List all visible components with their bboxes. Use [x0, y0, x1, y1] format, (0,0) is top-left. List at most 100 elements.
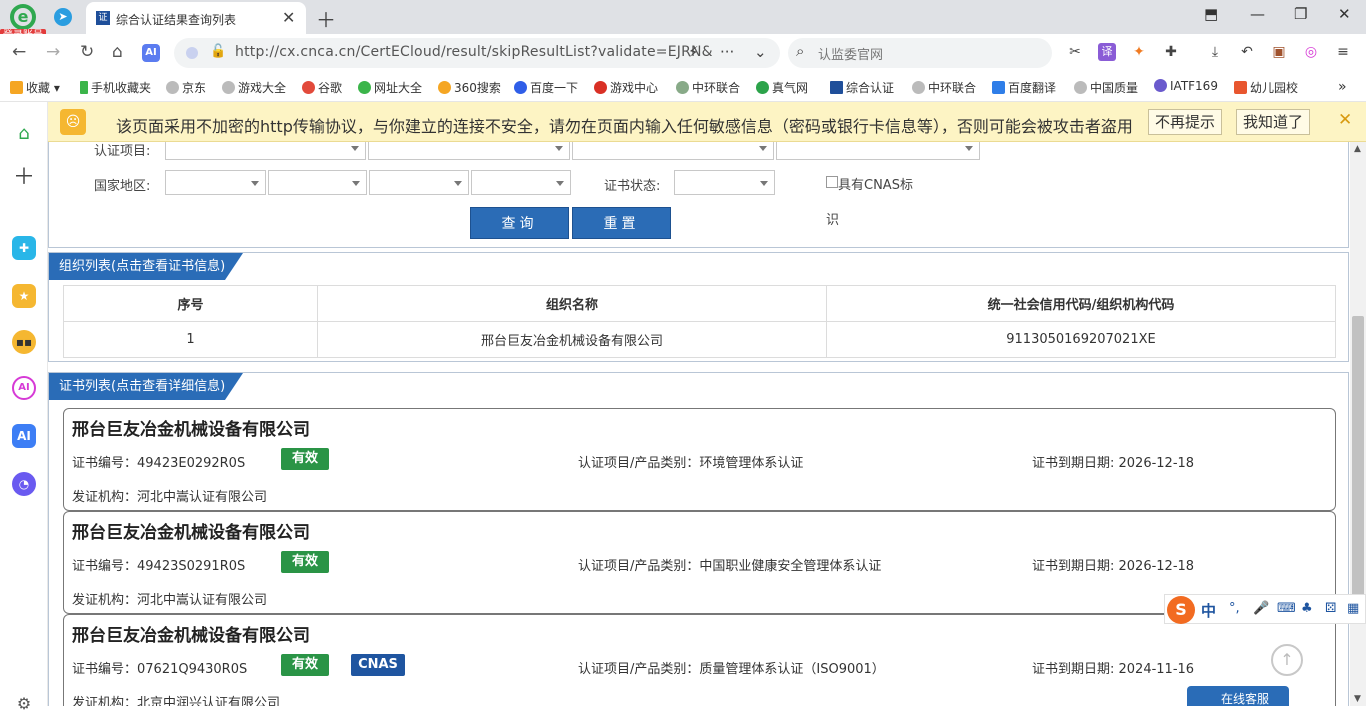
ime-mode-label[interactable]: 中: [1201, 600, 1216, 621]
telegram-icon[interactable]: ➤: [54, 8, 72, 26]
chat-app-icon[interactable]: ◔: [12, 472, 36, 496]
translate-icon[interactable]: 译: [1098, 43, 1116, 61]
cert-card[interactable]: 邢台巨友冶金机械设备有限公司 证书编号：07621Q9430R0S 有效 CNA…: [63, 614, 1336, 706]
bookmark-item[interactable]: 中环联合: [676, 79, 740, 96]
org-code-cell: 9113050169207021XE: [826, 321, 1336, 358]
search-input[interactable]: 认监委官网: [818, 44, 883, 63]
address-bar[interactable]: 🔓 http://cx.cnca.cn/CertECloud/result/sk…: [174, 38, 780, 68]
back-to-top-icon[interactable]: ↑: [1271, 644, 1303, 676]
search-box[interactable]: ⌕ 认监委官网: [788, 38, 1052, 68]
region-select-1[interactable]: [165, 170, 266, 195]
window-close-icon[interactable]: ✕: [1338, 5, 1351, 23]
cert-card[interactable]: 邢台巨友冶金机械设备有限公司 证书编号：49423S0291R0S 有效 认证项…: [63, 511, 1336, 614]
region-select-2[interactable]: [268, 170, 367, 195]
home-sidebar-icon[interactable]: ⌂: [12, 122, 36, 146]
new-tab-icon[interactable]: ＋: [316, 4, 336, 33]
project-select-3[interactable]: [572, 142, 774, 160]
bookmark-item[interactable]: IATF169: [1154, 79, 1218, 93]
reset-button[interactable]: 重置: [572, 207, 671, 239]
ai-square-app-icon[interactable]: AI: [12, 424, 36, 448]
bookmark-label: 中环联合: [692, 81, 741, 95]
settings-icon[interactable]: ⚙: [12, 692, 36, 716]
ai-app-icon[interactable]: AI: [12, 376, 36, 400]
bookmark-item[interactable]: 游戏大全: [222, 79, 286, 96]
punctuation-icon[interactable]: °,: [1229, 601, 1240, 616]
bookmark-item[interactable]: 网址大全: [358, 79, 422, 96]
bookmark-item[interactable]: 中国质量: [1074, 79, 1138, 96]
project-select-4[interactable]: [776, 142, 980, 160]
bookmarks-overflow-icon[interactable]: »: [1338, 79, 1347, 95]
game-icon[interactable]: ✦: [1130, 43, 1148, 61]
dont-remind-button[interactable]: 不再提示: [1148, 109, 1223, 135]
microphone-icon[interactable]: 🎤: [1253, 601, 1269, 616]
skin-icon[interactable]: ♣: [1301, 601, 1313, 616]
scissors-icon[interactable]: ✂: [1066, 43, 1084, 61]
more-dots-icon[interactable]: ···: [720, 43, 734, 61]
cert-card[interactable]: 邢台巨友冶金机械设备有限公司 证书编号：49423E0292R0S 有效 认证项…: [63, 408, 1336, 511]
bookmark-item[interactable]: 综合认证: [830, 79, 894, 96]
got-it-button[interactable]: 我知道了: [1236, 109, 1311, 135]
tab-close-icon[interactable]: ✕: [282, 8, 295, 27]
minimize-icon[interactable]: —: [1250, 5, 1265, 23]
cnas-checkbox[interactable]: [826, 176, 838, 188]
add-sidebar-icon[interactable]: ＋: [12, 166, 36, 190]
restore-icon[interactable]: ❐: [1294, 5, 1307, 23]
project-select-1[interactable]: [165, 142, 366, 160]
plus-app-icon[interactable]: ✚: [12, 236, 36, 260]
table-row[interactable]: 1 邢台巨友冶金机械设备有限公司 9113050169207021XE: [63, 321, 1336, 358]
bookmark-item[interactable]: 京东: [166, 79, 206, 96]
bookmark-item[interactable]: 游戏中心: [594, 79, 658, 96]
home-icon[interactable]: ⌂: [112, 42, 123, 62]
url-text[interactable]: http://cx.cnca.cn/CertECloud/result/skip…: [235, 44, 713, 60]
undo-icon[interactable]: ↶: [1238, 43, 1256, 61]
scroll-down-icon[interactable]: ▼: [1354, 694, 1361, 704]
gamepad-icon[interactable]: ⚄: [1325, 601, 1336, 616]
cert-list-title: 证书列表(点击查看详细信息): [49, 373, 244, 400]
site-info-icon[interactable]: [186, 47, 198, 59]
ai-assistant-icon[interactable]: AI: [142, 44, 160, 62]
col-header-credit-code: 统一社会信用代码/组织机构代码: [826, 285, 1336, 322]
status-select[interactable]: [674, 170, 775, 195]
bookmark-item[interactable]: 百度翻译: [992, 79, 1056, 96]
active-tab[interactable]: 证 综合认证结果查询列表 ✕: [86, 2, 306, 34]
forward-icon[interactable]: →: [46, 42, 60, 62]
query-button[interactable]: 查询: [470, 207, 569, 239]
scroll-up-icon[interactable]: ▲: [1354, 144, 1361, 154]
bookmark-item[interactable]: 真气网: [756, 79, 808, 96]
sogou-icon[interactable]: S: [1167, 596, 1195, 624]
star-app-icon[interactable]: ★: [12, 284, 36, 308]
region-select-3[interactable]: [369, 170, 469, 195]
lightning-icon[interactable]: ⚡: [688, 43, 699, 61]
insecure-lock-icon[interactable]: 🔓: [210, 44, 226, 59]
grid-icon[interactable]: ▦: [1347, 601, 1359, 616]
org-name-cell[interactable]: 邢台巨友冶金机械设备有限公司: [317, 321, 827, 358]
pin-icon[interactable]: ⬒: [1204, 5, 1218, 23]
menu-icon[interactable]: ≡: [1334, 43, 1352, 61]
bookmark-item[interactable]: 中环联合: [912, 79, 976, 96]
wallet-icon[interactable]: ▣: [1270, 43, 1288, 61]
browser-e-icon: e: [10, 4, 36, 30]
bookmark-item[interactable]: 百度一下: [514, 79, 578, 96]
org-table-header: 序号 组织名称 统一社会信用代码/组织机构代码: [63, 285, 1336, 322]
project-select-2[interactable]: [368, 142, 570, 160]
bot-app-icon[interactable]: ▪▪: [12, 330, 36, 354]
bookmark-item[interactable]: 幼儿园校: [1234, 79, 1298, 96]
download-icon[interactable]: ⤓: [1206, 43, 1224, 61]
bookmark-item[interactable]: 谷歌: [302, 79, 342, 96]
bookmark-item[interactable]: 手机收藏夹: [80, 79, 151, 96]
cnas-badge: CNAS: [351, 654, 405, 676]
ai-circle-icon[interactable]: ◎: [1302, 43, 1320, 61]
online-service-button[interactable]: 在线客服: [1187, 686, 1289, 706]
extensions-icon[interactable]: ✚: [1162, 43, 1180, 61]
scrollbar-thumb[interactable]: [1352, 316, 1364, 620]
bookmark-label: 360搜索: [454, 81, 501, 95]
bookmark-favorites[interactable]: 收藏 ▾: [10, 79, 60, 96]
warning-close-icon[interactable]: ✕: [1338, 110, 1352, 130]
region-select-4[interactable]: [471, 170, 571, 195]
chevron-down-icon[interactable]: ⌄: [754, 43, 767, 61]
bookmark-label: 收藏: [26, 81, 51, 95]
reload-icon[interactable]: ↻: [80, 42, 94, 62]
bookmark-item[interactable]: 360搜索: [438, 79, 501, 96]
keyboard-icon[interactable]: ⌨: [1277, 601, 1296, 616]
back-icon[interactable]: ←: [12, 42, 26, 62]
